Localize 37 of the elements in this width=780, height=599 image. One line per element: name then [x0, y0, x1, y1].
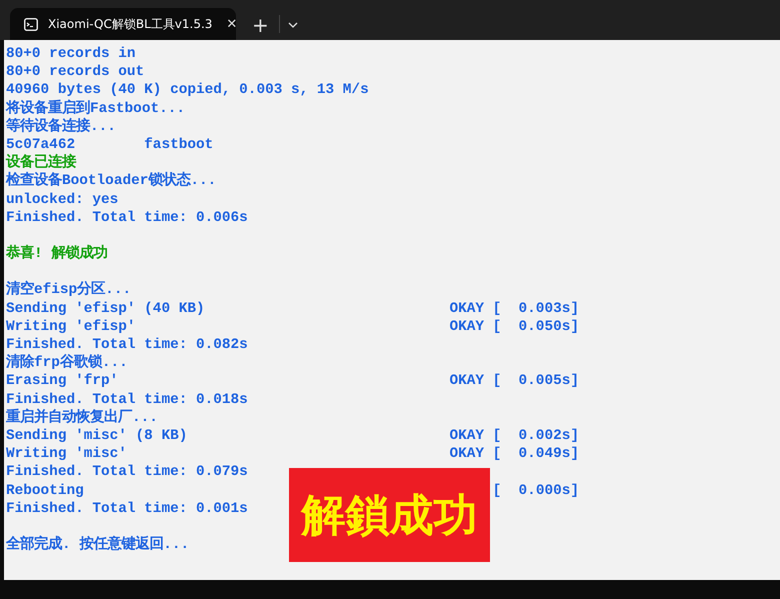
console-line: 清空efisp分区...	[6, 281, 132, 300]
console-line: 40960 bytes (40 K) copied, 0.003 s, 13 M/s	[6, 81, 369, 99]
status-text: OKAY [ 0.050s]	[449, 318, 579, 336]
console-line: Sending 'misc' (8 KB)	[6, 426, 188, 446]
console-line: Rebooting	[6, 482, 84, 500]
console-line: 重启并自动恢复出厂...	[6, 408, 158, 427]
tab-title: Xiaomi-QC解锁BL工具v1.5.3	[48, 16, 212, 32]
status-text: OKAY [ 0.002s]	[449, 426, 579, 446]
console-line: Finished. Total time: 0.079s	[6, 463, 248, 482]
console-line: Finished. Total time: 0.001s	[6, 500, 248, 518]
dropdown-chevron-icon[interactable]	[288, 22, 298, 28]
success-banner: 解鎖成功	[289, 468, 490, 562]
console-line: Finished. Total time: 0.006s	[6, 208, 248, 227]
status-text: OKAY [ 0.049s]	[449, 445, 579, 464]
status-text: OKAY [ 0.005s]	[449, 372, 579, 391]
console-line: 检查设备Bootloader锁状态...	[6, 172, 216, 190]
console-line: 等待设备连接...	[6, 118, 116, 136]
status-text: OKAY [ 0.003s]	[449, 300, 579, 318]
console-line: Sending 'efisp' (40 KB)	[6, 300, 205, 318]
console-line: Writing 'efisp'	[6, 318, 136, 336]
console-line: Finished. Total time: 0.018s	[6, 390, 248, 408]
console-line: 将设备重启到Fastboot...	[6, 100, 185, 118]
terminal-tab[interactable]: Xiaomi-QC解锁BL工具v1.5.3 ✕	[10, 8, 236, 40]
console-line: 恭喜! 解锁成功	[6, 245, 108, 264]
console-line: Writing 'misc'	[6, 445, 127, 464]
console-line: 设备已连接	[6, 154, 76, 172]
new-tab-button[interactable]: +	[248, 15, 273, 35]
console-line: unlocked: yes	[6, 190, 118, 209]
console-line: Erasing 'frp'	[6, 372, 118, 391]
console-line: 清除frp谷歌锁...	[6, 354, 128, 372]
console-line: 80+0 records in	[6, 45, 136, 64]
console-line: 全部完成. 按任意键返回...	[6, 536, 190, 554]
status-text: [ 0.000s]	[492, 482, 579, 500]
console-line: 5c07a462 fastboot	[6, 136, 214, 154]
console-line: Finished. Total time: 0.082s	[6, 336, 248, 354]
terminal-icon	[24, 18, 38, 30]
console-line: 80+0 records out	[6, 63, 144, 82]
